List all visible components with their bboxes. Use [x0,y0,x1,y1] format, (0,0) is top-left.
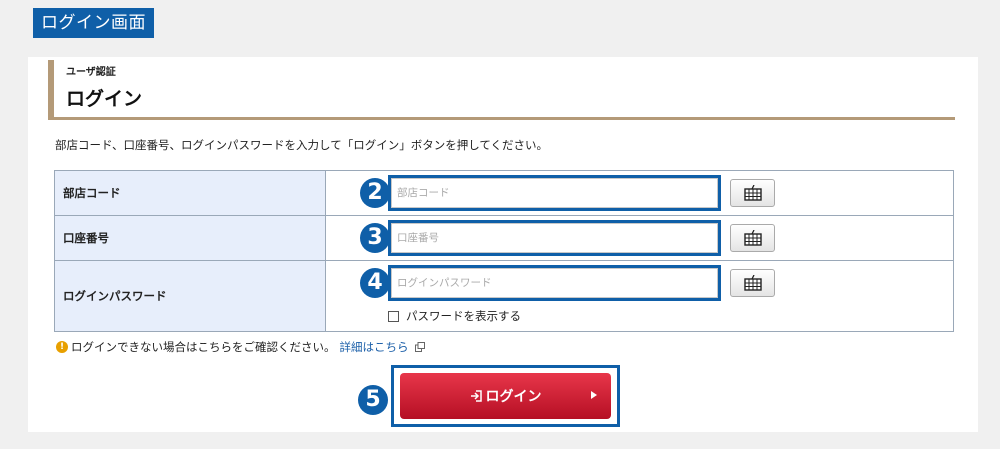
keyboard-icon [743,185,762,201]
branch-code-cell: 2 [326,171,953,215]
login-panel: ユーザ認証 ログイン 部店コード、口座番号、ログインパスワードを入力して「ログイ… [28,57,978,432]
account-number-field-highlight [388,220,721,256]
software-keyboard-button-account[interactable] [730,224,775,252]
software-keyboard-button-branch[interactable] [730,179,775,207]
login-icon [470,390,482,402]
account-number-cell: 3 [326,216,953,260]
password-field-highlight [388,265,721,301]
step-badge-2: 2 [360,178,390,208]
step-badge-3: 3 [360,223,390,253]
branch-code-row: 部店コード 2 [55,171,953,216]
login-form-table: 部店コード 2 部店コード 口座番号 3 口座番号 ログインパスワード 4 パス… [54,170,954,332]
show-password-label: パスワードを表示する [406,309,521,323]
instruction-text: 部店コード、口座番号、ログインパスワードを入力して「ログイン」ボタンを押してくだ… [55,138,548,152]
account-number-label: 口座番号 [55,216,326,260]
branch-code-label: 部店コード [55,171,326,215]
login-button[interactable]: ログイン [400,373,611,419]
password-cell: 4 パスワードを表示する [326,261,953,331]
software-keyboard-button-password[interactable] [730,269,775,297]
password-input[interactable] [391,268,718,298]
details-link[interactable]: 詳細はこちら [340,339,409,355]
branch-code-input[interactable] [391,178,718,208]
page-title-tag: ログイン画面 [33,8,154,38]
notice-text: ログインできない場合はこちらをご確認ください。 [71,340,336,354]
password-row: ログインパスワード 4 パスワードを表示する [55,261,953,331]
step-badge-5: 5 [358,385,388,415]
account-number-row: 口座番号 3 [55,216,953,261]
login-help-notice: ! ログインできない場合はこちらをご確認ください。 詳細はこちら [56,339,425,355]
warning-icon: ! [56,341,68,353]
step-badge-4: 4 [360,268,390,298]
show-password-toggle[interactable]: パスワードを表示する [388,308,521,324]
keyboard-icon [743,230,762,246]
account-number-input[interactable] [391,223,718,253]
show-password-checkbox[interactable] [388,310,399,322]
external-link-icon[interactable] [414,342,425,352]
heading-title: ログイン [66,88,143,110]
login-button-highlight: ログイン [391,365,620,427]
heading-subtitle: ユーザ認証 [66,67,116,78]
password-label: ログインパスワード [55,261,326,331]
keyboard-icon [743,275,762,291]
section-heading: ユーザ認証 ログイン [48,60,955,120]
arrow-right-icon [591,391,597,399]
login-button-label: ログイン [485,389,542,405]
branch-code-field-highlight [388,175,721,211]
